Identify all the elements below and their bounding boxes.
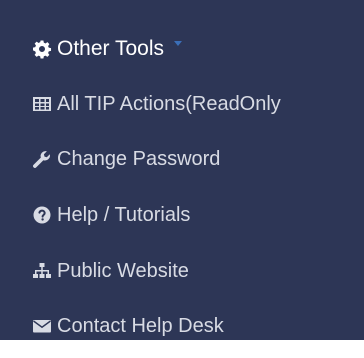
menu-item-change-password[interactable]: Change Password	[32, 144, 220, 174]
menu-item-label: Contact Help Desk	[57, 314, 224, 337]
gear-icon	[32, 39, 52, 59]
other-tools-label: Other Tools	[57, 37, 164, 60]
caret-down-icon	[174, 40, 182, 46]
menu-item-label: Help / Tutorials	[57, 203, 191, 226]
table-icon	[32, 94, 52, 114]
menu-item-label: All TIP Actions(ReadOnly	[57, 92, 281, 115]
menu-item-public-website[interactable]: Public Website	[32, 256, 189, 286]
menu-item-all-tip-actions[interactable]: All TIP Actions(ReadOnly	[32, 89, 281, 119]
question-circle-icon	[32, 205, 52, 225]
menu-item-label: Public Website	[57, 259, 189, 282]
wrench-icon	[32, 149, 52, 169]
other-tools-toggle[interactable]: Other Tools	[32, 34, 182, 64]
envelope-icon	[32, 316, 52, 336]
menu-item-contact-help-desk[interactable]: Contact Help Desk	[32, 311, 224, 341]
menu-item-help-tutorials[interactable]: Help / Tutorials	[32, 200, 190, 230]
sitemap-icon	[32, 261, 52, 281]
other-tools-menu: Other Tools All TIP Actions(ReadOnly Cha…	[0, 0, 364, 340]
menu-item-label: Change Password	[57, 147, 221, 170]
